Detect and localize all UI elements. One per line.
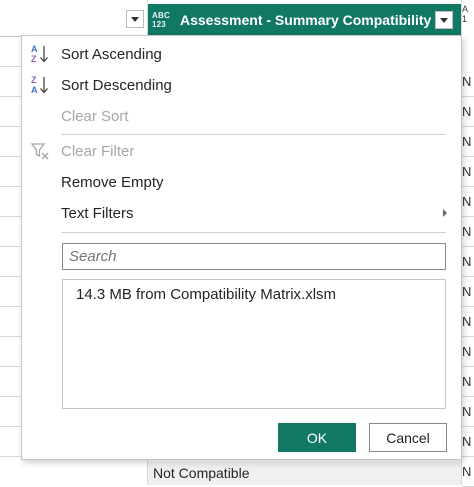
- left-column-header: [0, 0, 147, 37]
- type-any-icon: ABC 123: [152, 11, 170, 29]
- menu-separator: [61, 134, 446, 135]
- cancel-button[interactable]: Cancel: [369, 423, 447, 452]
- clear-filter-icon: [30, 143, 49, 160]
- filter-values-list[interactable]: 14.3 MB from Compatibility Matrix.xlsm: [62, 279, 446, 409]
- clear-sort-item[interactable]: Clear Sort: [22, 102, 461, 130]
- column-filter-button[interactable]: [435, 11, 453, 29]
- clear-filter-label: Clear Filter: [61, 142, 135, 160]
- text-filters-label: Text Filters: [61, 204, 134, 222]
- sort-ascending-label: Sort Ascending: [61, 45, 162, 63]
- table-cell: N: [462, 157, 474, 187]
- table-cell: N: [462, 307, 474, 337]
- table-cell: N: [462, 427, 474, 457]
- ok-button[interactable]: OK: [278, 423, 356, 452]
- table-cell: N: [462, 127, 474, 157]
- sort-ascending-icon: A Z: [31, 44, 48, 64]
- sort-descending-label: Sort Descending: [61, 76, 172, 94]
- table-cell: N: [462, 397, 474, 427]
- chevron-right-icon: [443, 209, 447, 217]
- next-column-header[interactable]: A 1: [462, 4, 474, 36]
- table-cell: N: [462, 187, 474, 217]
- table-cell: Not Compatible: [148, 462, 461, 485]
- table-cell: N: [462, 67, 474, 97]
- table-cell: N: [462, 217, 474, 247]
- sort-ascending-item[interactable]: A Z Sort Ascending: [22, 40, 461, 68]
- column-header-assessment[interactable]: ABC 123 Assessment - Summary Compatibili…: [148, 4, 461, 36]
- column-filter-menu: A Z Sort Ascending Z A Sort Descending C…: [21, 35, 462, 460]
- remove-empty-label: Remove Empty: [61, 173, 164, 191]
- menu-separator: [61, 232, 446, 233]
- remove-empty-item[interactable]: Remove Empty: [22, 168, 461, 196]
- table-cell: N: [462, 97, 474, 127]
- svg-text:Z: Z: [31, 75, 37, 85]
- left-column-filter-button[interactable]: [126, 10, 144, 28]
- table-cell: N: [462, 277, 474, 307]
- table-cell: N: [462, 247, 474, 277]
- column-header-title: Assessment - Summary Compatibility: [180, 12, 432, 28]
- search-input[interactable]: [62, 243, 446, 270]
- text-filters-item[interactable]: Text Filters: [22, 199, 461, 227]
- svg-text:A: A: [31, 44, 38, 54]
- table-cell: N: [462, 457, 474, 487]
- chevron-down-icon: [131, 16, 139, 22]
- table-cell: N: [462, 337, 474, 367]
- chevron-down-icon: [440, 17, 448, 23]
- clear-filter-item[interactable]: Clear Filter: [22, 137, 461, 165]
- sort-descending-item[interactable]: Z A Sort Descending: [22, 71, 461, 99]
- svg-text:Z: Z: [31, 54, 37, 64]
- list-item[interactable]: 14.3 MB from Compatibility Matrix.xlsm: [76, 286, 336, 303]
- table-cell: N: [462, 367, 474, 397]
- sort-descending-icon: Z A: [31, 75, 48, 95]
- svg-text:A: A: [31, 85, 38, 95]
- clear-sort-label: Clear Sort: [61, 107, 129, 125]
